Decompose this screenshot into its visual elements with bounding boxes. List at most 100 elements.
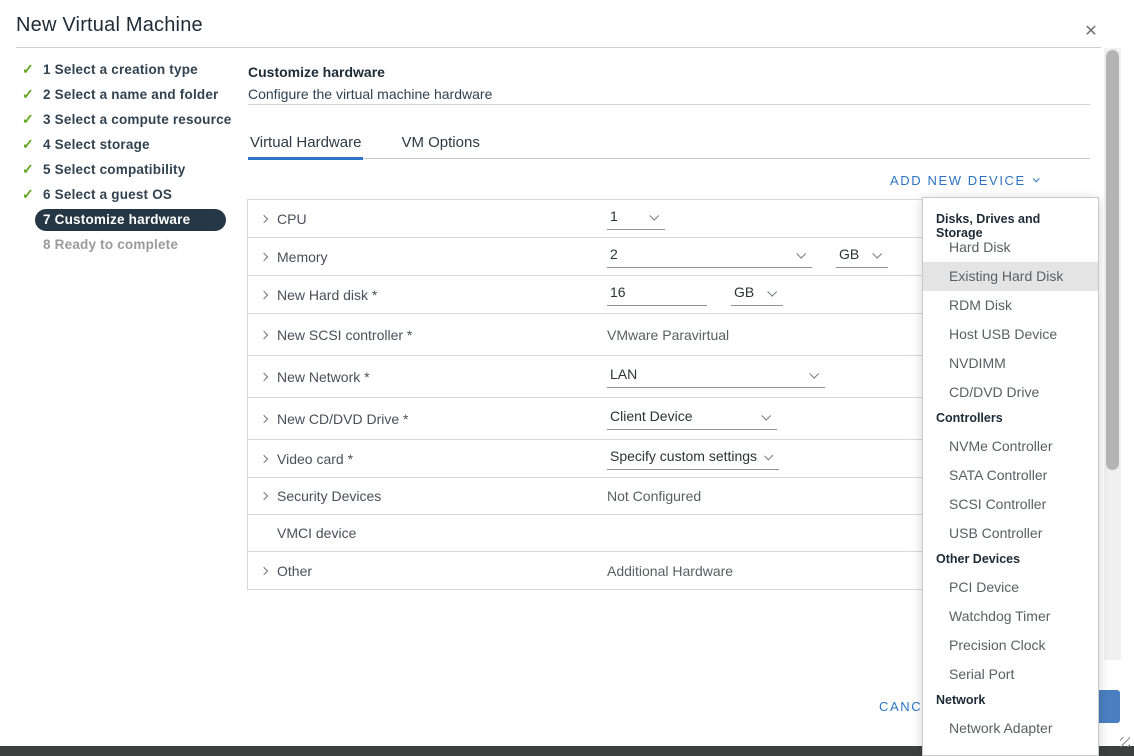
scrollbar-thumb[interactable]: [1106, 50, 1119, 470]
row-value-area: Specify custom settings: [607, 447, 779, 470]
step-label: 5 Select compatibility: [43, 162, 185, 177]
menu-item-existing-hard-disk[interactable]: Existing Hard Disk: [923, 262, 1098, 291]
sidebar-step-6[interactable]: ✓ 6 Select a guest OS: [16, 182, 246, 207]
menu-item-serial-port[interactable]: Serial Port: [923, 660, 1098, 689]
sidebar-step-2[interactable]: ✓ 2 Select a name and folder: [16, 82, 246, 107]
page-subtitle: Configure the virtual machine hardware: [248, 86, 492, 102]
step-label: 6 Select a guest OS: [43, 187, 172, 202]
chevron-down-icon: [761, 410, 771, 420]
menu-section-controllers: Controllers: [923, 407, 1098, 432]
chevron-down-icon: [872, 248, 882, 258]
sidebar-step-5[interactable]: ✓ 5 Select compatibility: [16, 157, 246, 182]
menu-section-other-devices: Other Devices: [923, 548, 1098, 573]
scrollbar-track[interactable]: [1104, 48, 1121, 660]
expand-chevron-icon[interactable]: [260, 290, 268, 298]
new-cd-dvd-drive-select[interactable]: Client Device: [607, 407, 777, 430]
chevron-down-icon: [767, 286, 777, 296]
add-new-device-button[interactable]: ADD NEW DEVICE: [890, 173, 1038, 188]
chevron-down-icon: [764, 451, 773, 460]
check-icon: ✓: [22, 136, 36, 153]
check-icon: ✓: [22, 111, 36, 128]
row-value-area: Client Device: [607, 407, 777, 430]
row-label: New Hard disk *: [277, 287, 607, 303]
check-icon: ✓: [22, 86, 36, 103]
menu-section-disks-drives-and-storage: Disks, Drives and Storage: [923, 208, 1098, 233]
resize-handle-icon[interactable]: [1120, 737, 1130, 747]
disk-unit-select[interactable]: GB: [731, 283, 783, 306]
expand-chevron-icon[interactable]: [260, 414, 268, 422]
chevron-down-icon: [796, 248, 806, 258]
expand-chevron-icon[interactable]: [260, 330, 268, 338]
sidebar-step-4[interactable]: ✓ 4 Select storage: [16, 132, 246, 157]
add-device-menu: Disks, Drives and StorageHard DiskExisti…: [922, 197, 1099, 756]
wizard-steps: ✓1 Select a creation type✓2 Select a nam…: [16, 57, 246, 257]
menu-section-network: Network: [923, 689, 1098, 714]
memory-unit-select-value: GB: [839, 246, 859, 262]
step-label: 2 Select a name and folder: [43, 87, 219, 102]
tab-vm-options[interactable]: VM Options: [399, 132, 481, 158]
chevron-down-icon: [649, 210, 659, 220]
sidebar-step-3[interactable]: ✓ 3 Select a compute resource: [16, 107, 246, 132]
menu-item-nvdimm[interactable]: NVDIMM: [923, 349, 1098, 378]
row-value-text: Additional Hardware: [607, 563, 733, 579]
menu-item-pci-device[interactable]: PCI Device: [923, 573, 1098, 602]
menu-item-scsi-controller[interactable]: SCSI Controller: [923, 490, 1098, 519]
menu-item-nvme-controller[interactable]: NVMe Controller: [923, 432, 1098, 461]
row-value-area: 2 GB: [607, 245, 888, 268]
menu-item-rdm-disk[interactable]: RDM Disk: [923, 291, 1098, 320]
expand-chevron-icon[interactable]: [260, 372, 268, 380]
disk-unit-select-value: GB: [734, 284, 754, 300]
expand-chevron-icon[interactable]: [260, 492, 268, 500]
expand-chevron-icon[interactable]: [260, 252, 268, 260]
chevron-down-icon: [809, 368, 819, 378]
header-divider: [248, 104, 1090, 105]
menu-item-watchdog-timer[interactable]: Watchdog Timer: [923, 602, 1098, 631]
expand-chevron-icon[interactable]: [260, 214, 268, 222]
new-network-select[interactable]: LAN: [607, 365, 825, 388]
sidebar-step-1[interactable]: ✓1 Select a creation type: [16, 57, 246, 82]
row-value-area: 1: [607, 207, 665, 230]
tab-bar: Virtual Hardware VM Options: [248, 132, 1090, 159]
menu-item-network-adapter[interactable]: Network Adapter: [923, 714, 1098, 743]
menu-item-precision-clock[interactable]: Precision Clock: [923, 631, 1098, 660]
sidebar-step-7[interactable]: 7 Customize hardware: [16, 207, 246, 232]
row-value-text: VMware Paravirtual: [607, 327, 729, 343]
cpu-count-select-value: 1: [610, 208, 618, 224]
new-cd-dvd-drive-select-value: Client Device: [610, 408, 692, 424]
row-value-area: 16 GB: [607, 283, 783, 306]
row-value-area: VMware Paravirtual: [607, 327, 729, 343]
tab-virtual-hardware[interactable]: Virtual Hardware: [248, 132, 363, 158]
video-card-select[interactable]: Specify custom settings: [607, 447, 779, 470]
cpu-count-select[interactable]: 1: [607, 207, 665, 230]
step-label: 4 Select storage: [43, 137, 150, 152]
step-label: 7 Customize hardware: [35, 209, 226, 231]
memory-unit-select[interactable]: GB: [836, 245, 888, 268]
row-value-area: Not Configured: [607, 488, 701, 504]
row-label: Video card *: [277, 451, 607, 467]
menu-item-host-usb-device[interactable]: Host USB Device: [923, 320, 1098, 349]
title-divider: [16, 47, 1101, 48]
row-label: VMCI device: [277, 525, 607, 541]
menu-item-sata-controller[interactable]: SATA Controller: [923, 461, 1098, 490]
chevron-down-icon: [1032, 175, 1039, 182]
step-label: 3 Select a compute resource: [43, 112, 231, 127]
memory-size-combo[interactable]: 2: [607, 245, 812, 268]
memory-size-combo-value: 2: [610, 246, 618, 262]
check-icon: ✓: [22, 61, 36, 78]
expand-chevron-icon[interactable]: [260, 454, 268, 462]
expand-chevron-icon[interactable]: [260, 566, 268, 574]
check-icon: ✓: [22, 161, 36, 178]
row-value-text: Not Configured: [607, 488, 701, 504]
add-new-device-label: ADD NEW DEVICE: [890, 173, 1026, 188]
disk-size-input-value: 16: [610, 284, 626, 300]
close-icon[interactable]: ✕: [1080, 20, 1102, 42]
menu-item-usb-controller[interactable]: USB Controller: [923, 519, 1098, 548]
row-label: CPU: [277, 211, 607, 227]
disk-size-input[interactable]: 16: [607, 283, 707, 306]
new-network-select-value: LAN: [610, 366, 637, 382]
row-label: New Network *: [277, 369, 607, 385]
menu-item-cd-dvd-drive[interactable]: CD/DVD Drive: [923, 378, 1098, 407]
check-icon: ✓: [22, 186, 36, 203]
step-label: 8 Ready to complete: [43, 237, 178, 252]
sidebar-step-8[interactable]: 8 Ready to complete: [16, 232, 246, 257]
